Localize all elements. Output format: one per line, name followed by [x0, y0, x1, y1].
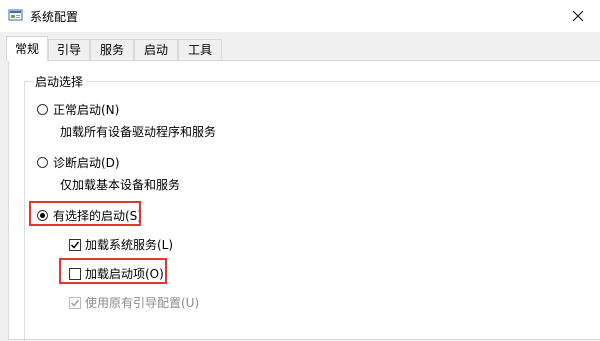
- use-original-boot-config-label: 使用原有引导配置(U): [85, 296, 200, 310]
- checkmark-icon: [70, 241, 80, 249]
- normal-startup-option[interactable]: 正常启动(N): [37, 101, 119, 118]
- use-original-boot-config-checkbox: [69, 296, 81, 309]
- title-bar: 系统配置: [0, 0, 600, 32]
- load-startup-items-highlight: [59, 258, 167, 284]
- checkmark-icon: [70, 299, 80, 307]
- normal-startup-label: 正常启动(N): [53, 103, 120, 117]
- msconfig-app-icon: [8, 9, 23, 21]
- load-system-services-option[interactable]: 加载系统服务(L): [69, 236, 173, 253]
- tab-startup[interactable]: 启动: [134, 39, 178, 60]
- close-button[interactable]: [556, 0, 600, 32]
- diagnostic-startup-radio[interactable]: [37, 157, 48, 168]
- tab-strip: 常规 引导 服务 启动 工具: [0, 36, 600, 61]
- load-system-services-label: 加载系统服务(L): [85, 238, 174, 252]
- use-original-boot-config-option: 使用原有引导配置(U): [69, 294, 199, 311]
- window-title: 系统配置: [30, 10, 79, 24]
- diagnostic-startup-description: 仅加载基本设备和服务: [60, 178, 181, 192]
- close-icon: [572, 10, 584, 22]
- tab-tools[interactable]: 工具: [178, 39, 222, 60]
- diagnostic-startup-label: 诊断启动(D): [53, 156, 120, 170]
- load-system-services-checkbox[interactable]: [69, 238, 81, 251]
- diagnostic-startup-option[interactable]: 诊断启动(D): [37, 154, 120, 171]
- normal-startup-description: 加载所有设备驱动程序和服务: [60, 125, 217, 139]
- normal-startup-radio[interactable]: [37, 104, 48, 115]
- tab-boot[interactable]: 引导: [48, 39, 90, 60]
- tab-services[interactable]: 服务: [90, 39, 134, 60]
- startup-selection-legend: 启动选择: [32, 73, 87, 90]
- tab-general[interactable]: 常规: [6, 36, 48, 61]
- selective-startup-highlight: [29, 201, 141, 226]
